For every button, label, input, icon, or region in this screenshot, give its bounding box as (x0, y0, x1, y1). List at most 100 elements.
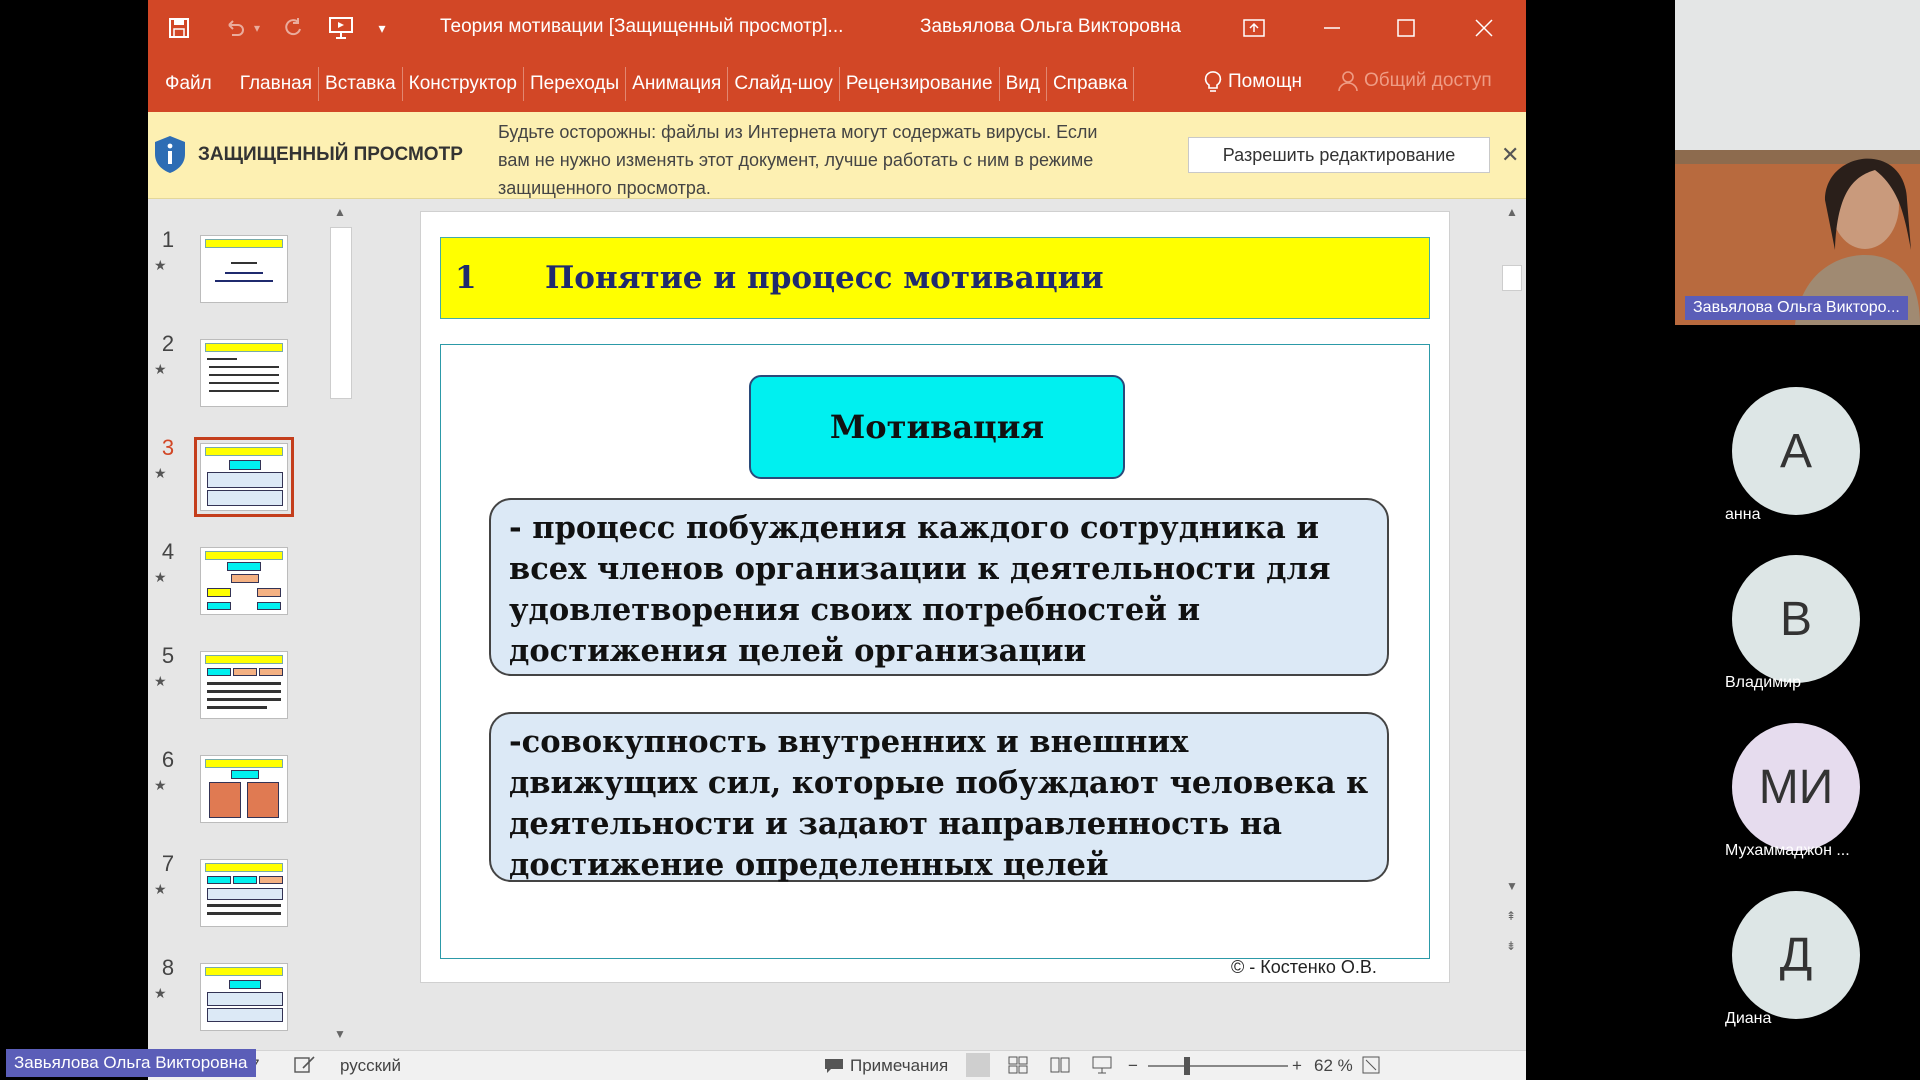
animation-star-icon: ★ (154, 361, 167, 377)
participant-avatar[interactable]: Д (1732, 891, 1860, 1019)
tab-view[interactable]: Вид (1000, 67, 1047, 101)
notes-icon (825, 1059, 843, 1073)
minimize-icon[interactable] (1314, 10, 1350, 46)
thumb-number: 2 (161, 331, 175, 356)
zoom-in-icon[interactable]: + (1292, 1056, 1302, 1076)
animation-star-icon: ★ (154, 673, 167, 689)
slide-editor: 1 Понятие и процесс мотивации Мотивация … (358, 199, 1526, 1050)
close-bar-icon[interactable]: ✕ (1501, 142, 1519, 168)
editor-scrollbar[interactable]: ▲ ▼ ⇞ ⇟ (1498, 199, 1526, 1050)
video-frame (1675, 0, 1920, 325)
animation-star-icon: ★ (154, 985, 167, 1001)
thumb-number: 1 (161, 227, 175, 252)
ribbon-tabs: Файл Главная Вставка Конструктор Переход… (148, 56, 1135, 112)
slide-thumbnail-8[interactable] (200, 963, 288, 1031)
spelling-icon[interactable] (294, 1056, 316, 1079)
redo-icon[interactable] (278, 14, 308, 42)
slide-header-bar: 1 Понятие и процесс мотивации (440, 237, 1430, 319)
tab-review[interactable]: Рецензирование (840, 67, 1000, 101)
tab-animations[interactable]: Анимация (626, 67, 729, 101)
title-bar: ▾ ▾ Теория мотивации [Защищенный просмот… (148, 0, 1526, 56)
definition-box-2: -совокупность внутренних и внешних движу… (489, 712, 1389, 883)
animation-star-icon: ★ (154, 881, 167, 897)
fit-to-window-icon[interactable] (1362, 1056, 1380, 1079)
slide-content-frame: Мотивация - процесс побуждения каждого с… (440, 344, 1430, 959)
animation-star-icon: ★ (154, 257, 167, 273)
protected-view-message: Будьте осторожны: файлы из Интернета мог… (498, 122, 1098, 198)
term-box: Мотивация (749, 375, 1125, 479)
tab-design[interactable]: Конструктор (403, 67, 525, 101)
zoom-slider[interactable] (1148, 1065, 1288, 1067)
scrollbar-thumb[interactable] (330, 227, 352, 399)
reading-view-icon[interactable] (1050, 1056, 1070, 1079)
thumb-number: 8 (161, 955, 175, 980)
participant-name: анна (1725, 506, 1761, 523)
slide-thumbnail-4[interactable] (200, 547, 288, 615)
next-slide-icon[interactable]: ⇟ (1506, 939, 1516, 953)
slideshow-view-icon[interactable] (1092, 1056, 1112, 1079)
enable-editing-button[interactable]: Разрешить редактирование (1188, 137, 1490, 173)
share-button[interactable]: Общий доступ (1338, 70, 1492, 92)
tab-home[interactable]: Главная (234, 67, 320, 101)
thumb-number: 7 (161, 851, 175, 876)
scrollbar-thumb[interactable] (1502, 265, 1522, 291)
section-number: 1 (455, 260, 477, 296)
participant-avatar[interactable]: В (1732, 555, 1860, 683)
thumb-number: 3 (161, 435, 175, 460)
slide-sorter-icon[interactable] (1008, 1056, 1028, 1079)
undo-icon[interactable] (220, 14, 250, 42)
scroll-down-icon[interactable]: ▼ (1506, 879, 1518, 893)
close-icon[interactable] (1466, 10, 1502, 46)
slide-thumbnail-6[interactable] (200, 755, 288, 823)
video-name-tag: Завьялова Ольга Викторо... (1685, 296, 1908, 320)
slide-thumbnail-1[interactable] (200, 235, 288, 303)
presenter-video[interactable]: Завьялова Ольга Викторо... (1675, 0, 1920, 325)
tab-slideshow[interactable]: Слайд-шоу (728, 67, 840, 101)
language-indicator[interactable]: русский (340, 1056, 401, 1076)
tab-insert[interactable]: Вставка (319, 67, 403, 101)
slide-canvas[interactable]: 1 Понятие и процесс мотивации Мотивация … (420, 211, 1450, 983)
participant-avatar[interactable]: МИ (1732, 723, 1860, 851)
normal-view-icon[interactable] (966, 1053, 990, 1077)
participant-name: Владимир (1725, 674, 1802, 691)
slide-thumbnail-7[interactable] (200, 859, 288, 927)
ribbon-display-options-icon[interactable] (1236, 10, 1272, 46)
notes-button[interactable]: Примечания (824, 1056, 948, 1076)
scroll-down-icon[interactable]: ▼ (334, 1027, 346, 1041)
participant-avatar[interactable]: А (1732, 387, 1860, 515)
save-icon[interactable] (164, 14, 194, 42)
lightbulb-icon (1204, 71, 1222, 92)
tell-me-label: Помощн (1228, 71, 1302, 92)
animation-star-icon: ★ (154, 569, 167, 585)
copyright-text: © - Костенко О.В. (1231, 957, 1377, 977)
scroll-up-icon[interactable]: ▲ (1506, 205, 1518, 219)
animation-star-icon: ★ (154, 777, 167, 793)
signed-in-user[interactable]: Завьялова Ольга Викторовна (920, 16, 1181, 38)
maximize-icon[interactable] (1388, 10, 1424, 46)
thumb-number: 4 (161, 539, 175, 564)
slide-thumbnail-2[interactable] (200, 339, 288, 407)
protected-view-title: ЗАЩИЩЕННЫЙ ПРОСМОТР (198, 144, 463, 165)
slide-title: Понятие и процесс мотивации (545, 260, 1104, 296)
zoom-slider-thumb[interactable] (1184, 1057, 1190, 1075)
ribbon: Файл Главная Вставка Конструктор Переход… (148, 56, 1526, 112)
protected-view-bar: ЗАЩИЩЕННЫЙ ПРОСМОТР Будьте осторожны: фа… (148, 112, 1526, 199)
undo-dropdown-icon[interactable]: ▾ (250, 14, 264, 42)
person-icon (1338, 71, 1358, 92)
thumbnails-scrollbar[interactable]: ▲ ▼ (326, 199, 354, 1050)
slide-thumbnail-5[interactable] (200, 651, 288, 719)
shield-icon (155, 136, 185, 173)
tab-help[interactable]: Справка (1047, 67, 1135, 101)
tell-me-button[interactable]: Помощн (1204, 70, 1302, 94)
previous-slide-icon[interactable]: ⇞ (1506, 909, 1516, 923)
slideshow-from-start-icon[interactable] (324, 14, 358, 42)
customize-toolbar-icon[interactable]: ▾ (372, 14, 392, 42)
tab-transitions[interactable]: Переходы (524, 67, 627, 101)
zoom-level[interactable]: 62 % (1314, 1056, 1353, 1076)
tab-file[interactable]: Файл (148, 67, 234, 101)
status-bar: ...7 русский Примечания − + 62 % (148, 1050, 1526, 1080)
zoom-out-icon[interactable]: − (1128, 1056, 1138, 1076)
scroll-up-icon[interactable]: ▲ (334, 205, 346, 219)
slide-thumbnail-3[interactable] (194, 437, 294, 517)
document-title: Теория мотивации [Защищенный просмотр]..… (440, 16, 844, 37)
